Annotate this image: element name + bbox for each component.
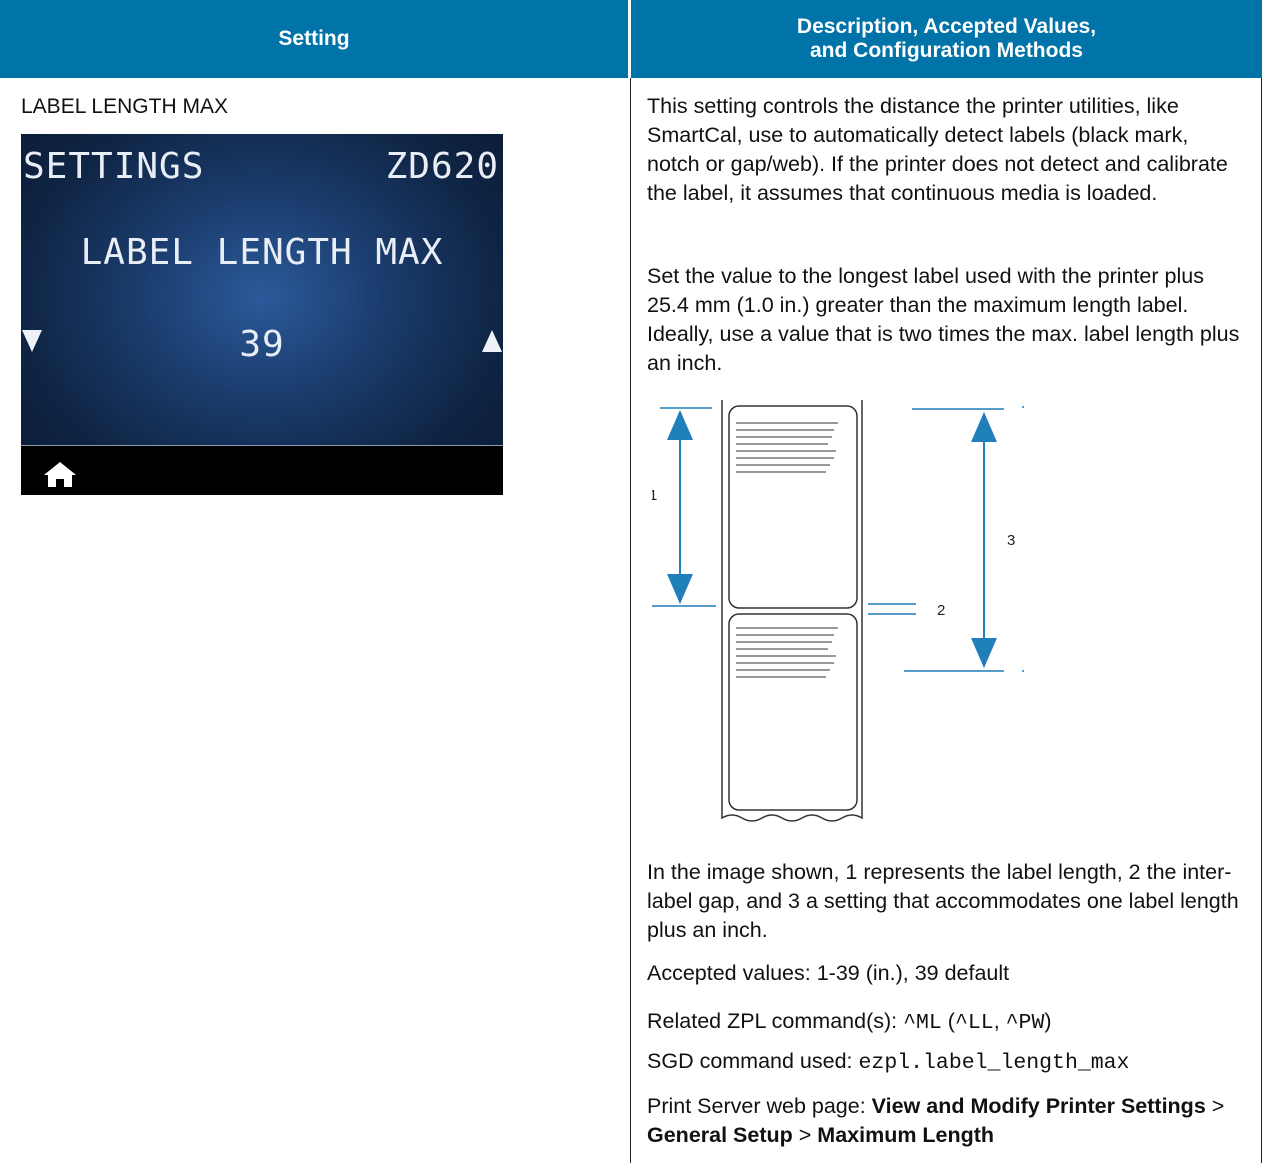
header-description-line1: Description, Accepted Values, [796, 15, 1097, 38]
zpl-command-ll: ^LL [954, 1011, 994, 1035]
home-icon[interactable] [43, 460, 77, 488]
description-paragraph-3: In the image shown, 1 represents the lab… [647, 860, 1239, 942]
lcd-value: 39 [239, 324, 285, 365]
column-divider [630, 78, 631, 1163]
header-setting-label: Setting [278, 27, 350, 50]
lcd-bottom-bar [21, 446, 503, 495]
zpl-command-pw: ^PW [1005, 1011, 1045, 1035]
zpl-sep: , [993, 1009, 1006, 1033]
label-length-diagram: 1 2 3 [652, 400, 1024, 822]
header-setting: Setting [0, 0, 628, 78]
print-server-link-maximum-length[interactable]: Maximum Length [817, 1123, 994, 1147]
zpl-command-ml: ^ML [903, 1011, 942, 1035]
zpl-close: ) [1044, 1009, 1052, 1033]
setting-name: LABEL LENGTH MAX [21, 95, 228, 118]
callout-2: 2 [937, 602, 945, 619]
header-description: Description, Accepted Values, and Config… [631, 0, 1262, 78]
zpl-open: ( [941, 1009, 955, 1033]
lcd-header-left: SETTINGS [23, 146, 205, 187]
breadcrumb-sep-1: > [1205, 1094, 1225, 1118]
sgd-prefix: SGD command used: [647, 1049, 859, 1073]
print-server-prefix: Print Server web page: [647, 1094, 872, 1118]
sgd-command: SGD command used: ezpl.label_length_max [647, 1047, 1242, 1078]
settings-table: Setting Description, Accepted Values, an… [0, 0, 1262, 1163]
description-paragraph-2: Set the value to the longest label used … [647, 264, 1240, 375]
triangle-up-icon[interactable] [482, 330, 502, 352]
print-server-link-view-modify[interactable]: View and Modify Printer Settings [872, 1094, 1206, 1118]
print-server-link-general-setup[interactable]: General Setup [647, 1123, 793, 1147]
accepted-values: Accepted values: 1-39 (in.), 39 default [647, 961, 1010, 985]
related-zpl-commands: Related ZPL command(s): ^ML (^LL, ^PW) [647, 1007, 1242, 1038]
lcd-header-right: ZD620 [385, 146, 499, 187]
description-paragraph-1: This setting controls the distance the p… [647, 94, 1228, 205]
printer-lcd-screen: SETTINGS ZD620 LABEL LENGTH MAX 39 [21, 134, 503, 495]
breadcrumb-sep-2: > [792, 1123, 818, 1147]
sgd-command-name: ezpl.label_length_max [858, 1051, 1130, 1075]
callout-3: 3 [1007, 532, 1015, 549]
lcd-setting-title: LABEL LENGTH MAX [80, 232, 444, 273]
header-description-line2: and Configuration Methods [810, 39, 1083, 62]
zpl-prefix: Related ZPL command(s): [647, 1009, 904, 1033]
callout-1: 1 [652, 487, 657, 504]
print-server-path: Print Server web page: View and Modify P… [647, 1092, 1242, 1150]
